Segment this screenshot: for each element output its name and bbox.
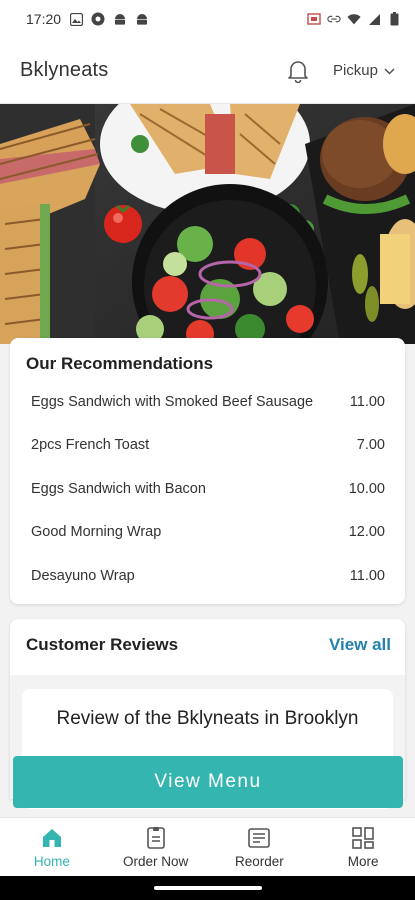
android-icon [135,12,149,26]
hero-food-image [0,104,415,344]
signal-icon [367,12,381,26]
recommendation-item[interactable]: 2pcs French Toast 7.00 [10,424,405,468]
reviews-title: Customer Reviews [26,635,179,654]
order-icon [144,826,168,850]
view-menu-button[interactable]: View Menu [13,756,403,808]
more-grid-icon [351,826,375,850]
recommendation-item[interactable]: Desayuno Wrap 11.00 [10,554,405,598]
recommendations-card: Our Recommendations Eggs Sandwich with S… [10,338,405,604]
item-price: 10.00 [348,480,385,497]
recommendation-item[interactable]: Good Morning Wrap 12.00 [10,511,405,555]
item-price: 7.00 [356,437,385,454]
recommendations-list: Eggs Sandwich with Smoked Beef Sausage 1… [10,380,405,598]
bell-icon[interactable] [285,58,311,84]
nav-reorder-label: Reorder [234,853,284,869]
android-icon [113,12,127,26]
nav-more[interactable]: More [311,818,415,876]
item-name: 2pcs French Toast [31,437,150,454]
status-time: 17:20 [26,11,62,27]
battery-icon [387,12,401,26]
item-name: Desayuno Wrap [31,567,135,584]
view-all-link[interactable]: View all [329,635,391,655]
nav-home[interactable]: Home [0,818,104,876]
item-price: 11.00 [349,567,385,584]
home-icon [40,826,64,850]
pickup-dropdown[interactable]: Pickup [333,62,395,79]
app-notification-icon [91,12,105,26]
link-icon [327,12,341,26]
home-gesture-handle[interactable] [154,886,262,890]
bottom-navigation: Home Order Now Reorder More [0,817,415,876]
recommendation-item[interactable]: Eggs Sandwich with Bacon 10.00 [10,467,405,511]
item-name: Good Morning Wrap [31,524,162,541]
app-header: Bklyneats Pickup [0,38,415,104]
nav-reorder[interactable]: Reorder [208,818,312,876]
app-title: Bklyneats [20,59,109,81]
reorder-icon [247,826,271,850]
item-price: 11.00 [349,393,385,410]
wifi-icon [347,12,361,26]
nav-home-label: Home [33,853,70,869]
reviews-header: Customer Reviews View all [26,635,391,655]
nav-order-now[interactable]: Order Now [104,818,208,876]
recommendations-title: Our Recommendations [26,354,214,373]
item-price: 12.00 [348,524,385,541]
status-bar: 17:20 [0,0,415,38]
item-name: Eggs Sandwich with Smoked Beef Sausage [31,393,314,410]
item-name: Eggs Sandwich with Bacon [31,480,206,497]
recommendation-item[interactable]: Eggs Sandwich with Smoked Beef Sausage 1… [10,380,405,424]
system-gesture-bar [0,876,415,900]
chevron-down-icon [384,62,395,79]
review-heading: Review of the Bklyneats in Brooklyn [56,708,359,729]
pickup-label: Pickup [332,62,378,79]
photo-notification-icon [69,12,83,26]
nav-more-label: More [347,853,379,869]
nav-order-now-label: Order Now [122,853,189,869]
screen-cast-icon [307,12,321,26]
